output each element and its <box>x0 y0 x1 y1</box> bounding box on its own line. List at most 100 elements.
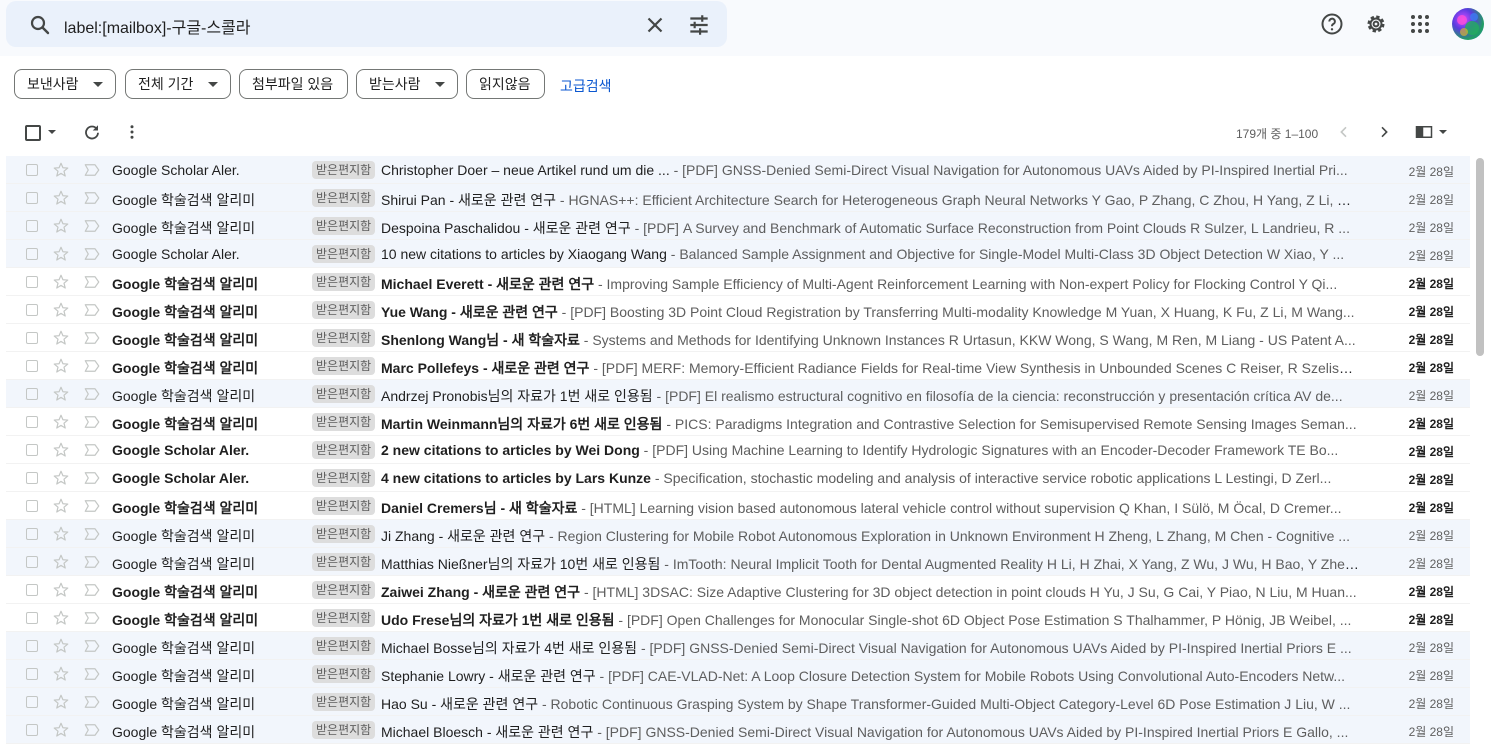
important-marker-icon[interactable] <box>83 498 101 514</box>
row-checkbox[interactable] <box>26 332 38 344</box>
row-checkbox[interactable] <box>26 724 38 736</box>
row-checkbox[interactable] <box>26 556 38 568</box>
email-row[interactable]: Google 학술검색 알리미 받은편지함 Andrzej Pronobis님의 자… <box>6 380 1470 408</box>
scrollbar-thumb[interactable] <box>1476 158 1484 356</box>
star-icon[interactable] <box>52 273 70 291</box>
star-icon[interactable] <box>52 357 70 375</box>
split-pane-icon[interactable] <box>1415 124 1433 140</box>
inbox-label-badge[interactable]: 받은편지함 <box>312 581 376 599</box>
inbox-label-badge[interactable]: 받은편지함 <box>312 469 376 487</box>
row-checkbox[interactable] <box>26 696 38 708</box>
star-icon[interactable] <box>52 581 70 599</box>
row-checkbox[interactable] <box>26 500 38 512</box>
important-marker-icon[interactable] <box>83 442 101 458</box>
inbox-label-badge[interactable]: 받은편지함 <box>312 357 376 375</box>
important-marker-icon[interactable] <box>83 218 101 234</box>
star-icon[interactable] <box>52 301 70 319</box>
email-row[interactable]: Google 학술검색 알리미 받은편지함 Shenlong Wang님 - 새 학… <box>6 324 1470 352</box>
chevron-left-icon[interactable] <box>1336 124 1352 140</box>
apps-grid-icon[interactable] <box>1408 12 1432 36</box>
important-marker-icon[interactable] <box>83 582 101 598</box>
email-row[interactable]: Google Scholar Aler. 받은편지함 2 new citations… <box>6 436 1470 464</box>
avatar[interactable] <box>1452 8 1484 40</box>
important-marker-icon[interactable] <box>83 470 101 486</box>
chevron-right-icon[interactable] <box>1376 124 1392 140</box>
inbox-label-badge[interactable]: 받은편지함 <box>312 637 376 655</box>
row-checkbox[interactable] <box>26 220 38 232</box>
email-row[interactable]: Google 학술검색 알리미 받은편지함 Michael Bosse님의 자료가 … <box>6 632 1470 660</box>
row-checkbox[interactable] <box>26 668 38 680</box>
filter-unread-chip[interactable]: 읽지않음 <box>466 69 545 99</box>
row-checkbox[interactable] <box>26 444 38 456</box>
inbox-label-badge[interactable]: 받은편지함 <box>312 413 376 431</box>
inbox-label-badge[interactable]: 받은편지함 <box>312 497 376 515</box>
important-marker-icon[interactable] <box>83 246 101 262</box>
inbox-label-badge[interactable]: 받은편지함 <box>312 525 376 543</box>
filter-to-chip[interactable]: 받는사람 <box>356 69 458 99</box>
email-row[interactable]: Google 학술검색 알리미 받은편지함 Udo Frese님의 자료가 1번 새… <box>6 604 1470 632</box>
inbox-label-badge[interactable]: 받은편지함 <box>312 665 376 683</box>
email-row[interactable]: Google 학술검색 알리미 받은편지함 Michael Everett - 새로… <box>6 268 1470 296</box>
email-row[interactable]: Google 학술검색 알리미 받은편지함 Shirui Pan - 새로운 관련 … <box>6 184 1470 212</box>
row-checkbox[interactable] <box>26 164 38 176</box>
star-icon[interactable] <box>52 441 70 459</box>
important-marker-icon[interactable] <box>83 666 101 682</box>
inbox-label-badge[interactable]: 받은편지함 <box>312 217 376 235</box>
inbox-label-badge[interactable]: 받은편지함 <box>312 189 376 207</box>
inbox-label-badge[interactable]: 받은편지함 <box>312 161 376 179</box>
star-icon[interactable] <box>52 693 70 711</box>
row-checkbox[interactable] <box>26 528 38 540</box>
split-pane-dropdown-icon[interactable] <box>1439 130 1447 134</box>
email-row[interactable]: Google Scholar Aler. 받은편지함 4 new citations… <box>6 464 1470 492</box>
star-icon[interactable] <box>52 245 70 263</box>
star-icon[interactable] <box>52 497 70 515</box>
star-icon[interactable] <box>52 721 70 739</box>
inbox-label-badge[interactable]: 받은편지함 <box>312 693 376 711</box>
inbox-label-badge[interactable]: 받은편지함 <box>312 329 376 347</box>
star-icon[interactable] <box>52 329 70 347</box>
important-marker-icon[interactable] <box>83 610 101 626</box>
email-row[interactable]: Google 학술검색 알리미 받은편지함 Despoina Paschalidou… <box>6 212 1470 240</box>
email-row[interactable]: Google 학술검색 알리미 받은편지함 Matthias Nießner님의 자… <box>6 548 1470 576</box>
filter-attachment-chip[interactable]: 첨부파일 있음 <box>239 69 348 99</box>
inbox-label-badge[interactable]: 받은편지함 <box>312 441 376 459</box>
more-vert-icon[interactable] <box>123 123 141 141</box>
inbox-label-badge[interactable]: 받은편지함 <box>312 245 376 263</box>
important-marker-icon[interactable] <box>83 330 101 346</box>
advanced-search-link[interactable]: 고급검색 <box>560 76 612 96</box>
email-row[interactable]: Google 학술검색 알리미 받은편지함 Ji Zhang - 새로운 관련 연구… <box>6 520 1470 548</box>
gear-icon[interactable] <box>1364 12 1388 36</box>
star-icon[interactable] <box>52 553 70 571</box>
star-icon[interactable] <box>52 609 70 627</box>
row-checkbox[interactable] <box>26 276 38 288</box>
help-icon[interactable] <box>1320 12 1344 36</box>
star-icon[interactable] <box>52 161 70 179</box>
close-icon[interactable] <box>642 12 668 38</box>
important-marker-icon[interactable] <box>83 414 101 430</box>
row-checkbox[interactable] <box>26 640 38 652</box>
email-row[interactable]: Google 학술검색 알리미 받은편지함 Hao Su - 새로운 관련 연구 -… <box>6 688 1470 716</box>
row-checkbox[interactable] <box>26 584 38 596</box>
star-icon[interactable] <box>52 189 70 207</box>
important-marker-icon[interactable] <box>83 162 101 178</box>
email-row[interactable]: Google 학술검색 알리미 받은편지함 Yue Wang - 새로운 관련 연구… <box>6 296 1470 324</box>
inbox-label-badge[interactable]: 받은편지함 <box>312 273 376 291</box>
email-row[interactable]: Google 학술검색 알리미 받은편지함 Marc Pollefeys - 새로운… <box>6 352 1470 380</box>
email-row[interactable]: Google 학술검색 알리미 받은편지함 Zaiwei Zhang - 새로운 관… <box>6 576 1470 604</box>
email-row[interactable]: Google 학술검색 알리미 받은편지함 Michael Bloesch - 새로… <box>6 716 1470 744</box>
row-checkbox[interactable] <box>26 248 38 260</box>
important-marker-icon[interactable] <box>83 302 101 318</box>
star-icon[interactable] <box>52 217 70 235</box>
email-row[interactable]: Google Scholar Aler. 받은편지함 10 new citation… <box>6 240 1470 268</box>
select-all-checkbox[interactable] <box>25 125 41 141</box>
row-checkbox[interactable] <box>26 388 38 400</box>
important-marker-icon[interactable] <box>83 694 101 710</box>
important-marker-icon[interactable] <box>83 386 101 402</box>
inbox-label-badge[interactable]: 받은편지함 <box>312 553 376 571</box>
star-icon[interactable] <box>52 665 70 683</box>
star-icon[interactable] <box>52 413 70 431</box>
important-marker-icon[interactable] <box>83 638 101 654</box>
star-icon[interactable] <box>52 469 70 487</box>
important-marker-icon[interactable] <box>83 722 101 738</box>
inbox-label-badge[interactable]: 받은편지함 <box>312 721 376 739</box>
